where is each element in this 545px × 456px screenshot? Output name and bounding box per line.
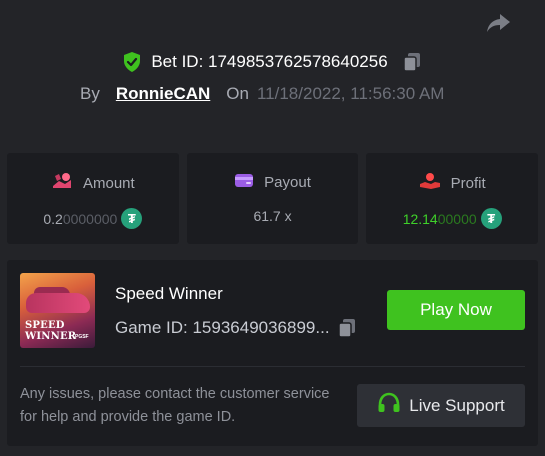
profit-card: Profit 12.1400000 ₮	[366, 153, 539, 244]
copy-bet-id-button[interactable]	[400, 50, 424, 74]
game-id-line: Game ID: 1593649036899...	[115, 317, 358, 339]
divider	[20, 366, 525, 367]
amount-icon	[51, 172, 73, 194]
amount-value-trailing: 0000000	[62, 210, 118, 227]
share-button[interactable]	[482, 10, 514, 40]
payout-label: Payout	[264, 173, 311, 191]
thumb-title-line2: WINNER	[25, 331, 77, 342]
thumb-title-line1: SPEED	[25, 320, 65, 331]
stats-row: Amount 0.20000000 ₮ Payout 61.7 x Profit…	[7, 153, 539, 244]
payout-value: 61.7 x	[253, 208, 292, 224]
play-now-button[interactable]: Play Now	[387, 290, 525, 330]
live-support-button[interactable]: Live Support	[357, 384, 525, 427]
bet-detail-panel: Bet ID: 1749853762578640256 By RonnieCAN…	[0, 0, 545, 456]
by-label: By	[80, 84, 100, 103]
headset-icon	[377, 392, 401, 419]
share-icon	[485, 12, 511, 39]
thumb-brand: PGSF	[75, 334, 89, 340]
bet-date: 11/18/2022, 11:56:30 AM	[256, 84, 445, 103]
game-card: SPEED WINNER PGSF Speed Winner Game ID: …	[7, 260, 538, 446]
bet-id-text: Bet ID: 1749853762578640256	[151, 52, 388, 71]
profit-value-trailing: 00000	[437, 210, 477, 227]
payout-card: Payout 61.7 x	[186, 153, 359, 244]
amount-card: Amount 0.20000000 ₮	[7, 153, 179, 244]
tether-icon: ₮	[480, 208, 502, 229]
verified-shield-icon	[121, 51, 143, 73]
copy-icon	[337, 319, 355, 338]
on-label: On	[226, 84, 249, 103]
bet-id-line: Bet ID: 1749853762578640256	[0, 50, 545, 74]
game-thumbnail[interactable]: SPEED WINNER PGSF	[20, 273, 95, 348]
amount-label: Amount	[82, 174, 135, 192]
copy-icon	[402, 53, 420, 72]
live-support-label: Live Support	[409, 395, 505, 415]
copy-game-id-button[interactable]	[336, 317, 358, 339]
author-line: By RonnieCAN On 11/18/2022, 11:56:30 AM	[80, 84, 444, 104]
amount-value: 0.2	[43, 210, 63, 227]
username-link[interactable]: RonnieCAN	[116, 84, 210, 104]
profit-hand-icon	[419, 172, 441, 194]
support-note: Any issues, please contact the customer …	[20, 386, 330, 425]
tether-icon: ₮	[121, 208, 143, 229]
profit-label: Profit	[450, 174, 486, 192]
game-id-text: Game ID: 1593649036899...	[115, 318, 330, 337]
profit-value: 12.14	[402, 210, 438, 227]
game-title: Speed Winner	[115, 284, 223, 303]
wallet-icon	[234, 172, 254, 192]
